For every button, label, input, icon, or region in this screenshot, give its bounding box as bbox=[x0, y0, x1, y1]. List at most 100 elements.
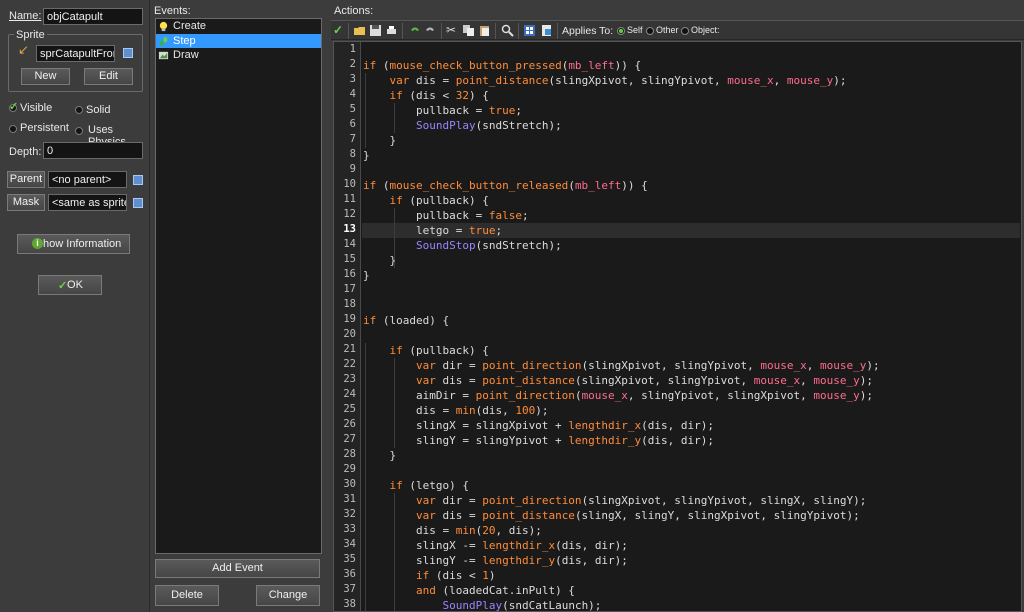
line-number: 32 bbox=[343, 508, 356, 520]
code-line[interactable]: slingX -= lengthdir_x(dis, dir); bbox=[363, 538, 628, 553]
event-item-create[interactable]: Create bbox=[156, 19, 321, 34]
code-editor[interactable]: 1 2 3 4 5 6 7 8 9 10 11 12 13 14 15 16 17 18 19 20 21 22 23 24 2… bbox=[333, 41, 1022, 612]
line-number: 15 bbox=[343, 253, 356, 265]
line-number: 36 bbox=[343, 568, 356, 580]
events-panel: Events: Create Step Draw Add Event Delet… bbox=[151, 0, 327, 612]
paste-icon[interactable] bbox=[478, 24, 491, 37]
code-line[interactable]: slingX = slingXpivot + lengthdir_x(dis, … bbox=[363, 418, 714, 433]
line-number: 12 bbox=[343, 208, 356, 220]
code-line[interactable]: var dis = point_distance(slingXpivot, sl… bbox=[363, 73, 847, 88]
sprite-pointer-icon: ↙ bbox=[18, 42, 29, 57]
line-number: 33 bbox=[343, 523, 356, 535]
line-number: 13 bbox=[343, 223, 356, 235]
code-line[interactable]: if (mouse_check_button_released(mb_left)… bbox=[363, 178, 648, 193]
code-line[interactable]: SoundStop(sndStretch); bbox=[363, 238, 562, 253]
code-line[interactable]: if (mouse_check_button_pressed(mb_left))… bbox=[363, 58, 641, 73]
applies-object-radio[interactable] bbox=[681, 27, 689, 35]
line-number: 31 bbox=[343, 493, 356, 505]
code-line[interactable]: if (pullback) { bbox=[363, 193, 489, 208]
mask-menu-icon[interactable] bbox=[133, 198, 143, 208]
code-line[interactable]: aimDir = point_direction(mouse_x, slingY… bbox=[363, 388, 873, 403]
line-number-gutter: 1 2 3 4 5 6 7 8 9 10 11 12 13 14 15 16 17 18 19 20 21 22 23 24 2… bbox=[334, 42, 361, 611]
line-number: 17 bbox=[343, 283, 356, 295]
code-line[interactable]: if (loaded) { bbox=[363, 313, 449, 328]
edit-sprite-button[interactable]: Edit bbox=[84, 68, 133, 85]
mask-field[interactable]: <same as sprite> bbox=[48, 194, 127, 211]
open-folder-icon[interactable] bbox=[353, 24, 366, 37]
code-line[interactable]: if (pullback) { bbox=[363, 343, 489, 358]
event-item-step[interactable]: Step bbox=[156, 33, 321, 48]
undo-icon[interactable] bbox=[408, 24, 421, 37]
visible-checkbox[interactable] bbox=[9, 100, 18, 113]
applies-to-label: Applies To: bbox=[562, 25, 614, 37]
code-line[interactable]: if (dis < 1) bbox=[363, 568, 495, 583]
line-number: 7 bbox=[349, 133, 356, 145]
parent-button[interactable]: Parent bbox=[7, 171, 45, 188]
new-sprite-button[interactable]: New bbox=[21, 68, 70, 85]
code-line[interactable]: pullback = false; bbox=[363, 208, 529, 223]
applies-self-label: Self bbox=[627, 25, 643, 35]
solid-checkbox[interactable] bbox=[75, 106, 83, 114]
delete-event-button[interactable]: Delete bbox=[155, 585, 219, 606]
code-line[interactable]: } bbox=[363, 148, 370, 163]
applies-other-radio[interactable] bbox=[646, 27, 654, 35]
code-line[interactable]: if (dis < 32) { bbox=[363, 88, 489, 103]
parent-field[interactable]: <no parent> bbox=[48, 171, 127, 188]
line-number: 10 bbox=[343, 178, 356, 190]
code-line[interactable]: dis = min(dis, 100); bbox=[363, 403, 549, 418]
add-event-button[interactable]: Add Event bbox=[155, 559, 320, 578]
code-line[interactable]: SoundPlay(sndCatLaunch); bbox=[363, 598, 601, 611]
name-label: Name: bbox=[9, 10, 42, 22]
toolbar-separator bbox=[441, 23, 442, 39]
code-line[interactable]: letgo = true; bbox=[363, 223, 502, 238]
event-label: Draw bbox=[173, 49, 199, 61]
grid-icon[interactable] bbox=[523, 24, 536, 37]
copy-icon[interactable] bbox=[462, 24, 475, 37]
find-icon[interactable] bbox=[501, 24, 514, 37]
sprite-field[interactable]: sprCatapultFront bbox=[36, 45, 115, 62]
code-line[interactable]: pullback = true; bbox=[363, 103, 522, 118]
code-line[interactable]: SoundPlay(sndStretch); bbox=[363, 118, 562, 133]
code-line[interactable]: } bbox=[363, 253, 396, 268]
persistent-checkbox[interactable] bbox=[9, 125, 17, 133]
code-line[interactable]: } bbox=[363, 448, 396, 463]
line-number: 27 bbox=[343, 433, 356, 445]
code-line[interactable]: } bbox=[363, 268, 370, 283]
info-icon: i bbox=[32, 238, 43, 249]
mask-button[interactable]: Mask bbox=[7, 194, 45, 211]
code-line[interactable]: and (loadedCat.inPult) { bbox=[363, 583, 575, 598]
applies-self-radio[interactable] bbox=[617, 27, 625, 35]
uses-physics-checkbox[interactable] bbox=[75, 127, 83, 135]
applies-object-label: Object: bbox=[691, 25, 720, 35]
confirm-icon[interactable]: ✓ bbox=[333, 24, 346, 37]
depth-field[interactable]: 0 bbox=[43, 142, 143, 159]
show-information-label: Show Information bbox=[35, 238, 122, 250]
print-icon[interactable] bbox=[385, 24, 398, 37]
ok-button[interactable]: ✓ OK bbox=[38, 275, 102, 295]
code-line[interactable]: var dir = point_direction(slingXpivot, s… bbox=[363, 493, 866, 508]
steps-icon bbox=[159, 36, 168, 46]
code-line[interactable]: if (letgo) { bbox=[363, 478, 469, 493]
save-icon[interactable] bbox=[369, 24, 382, 37]
name-field[interactable]: objCatapult bbox=[43, 8, 143, 25]
actions-panel: Actions: ✓ ✂ Applies To: Self Other Obje… bbox=[331, 0, 1024, 612]
show-information-button[interactable]: i Show Information bbox=[17, 234, 130, 254]
code-line[interactable]: dis = min(20, dis); bbox=[363, 523, 542, 538]
document-icon[interactable] bbox=[540, 24, 553, 37]
cut-icon[interactable]: ✂ bbox=[446, 24, 459, 37]
code-line[interactable]: slingY = slingYpivot + lengthdir_y(dis, … bbox=[363, 433, 714, 448]
line-number: 25 bbox=[343, 403, 356, 415]
sprite-menu-icon[interactable] bbox=[123, 48, 133, 58]
code-line[interactable]: var dir = point_direction(slingXpivot, s… bbox=[363, 358, 880, 373]
change-event-button[interactable]: Change bbox=[256, 585, 320, 606]
code-line[interactable]: slingY -= lengthdir_y(dis, dir); bbox=[363, 553, 628, 568]
code-line[interactable]: var dis = point_distance(slingX, slingY,… bbox=[363, 508, 860, 523]
code-line[interactable]: } bbox=[363, 133, 396, 148]
redo-icon[interactable] bbox=[424, 24, 437, 37]
paint-icon bbox=[158, 51, 169, 60]
line-number: 6 bbox=[349, 118, 356, 130]
event-item-draw[interactable]: Draw bbox=[156, 48, 321, 63]
code-line[interactable]: var dis = point_distance(slingXpivot, sl… bbox=[363, 373, 873, 388]
parent-menu-icon[interactable] bbox=[133, 175, 143, 185]
line-number: 14 bbox=[343, 238, 356, 250]
